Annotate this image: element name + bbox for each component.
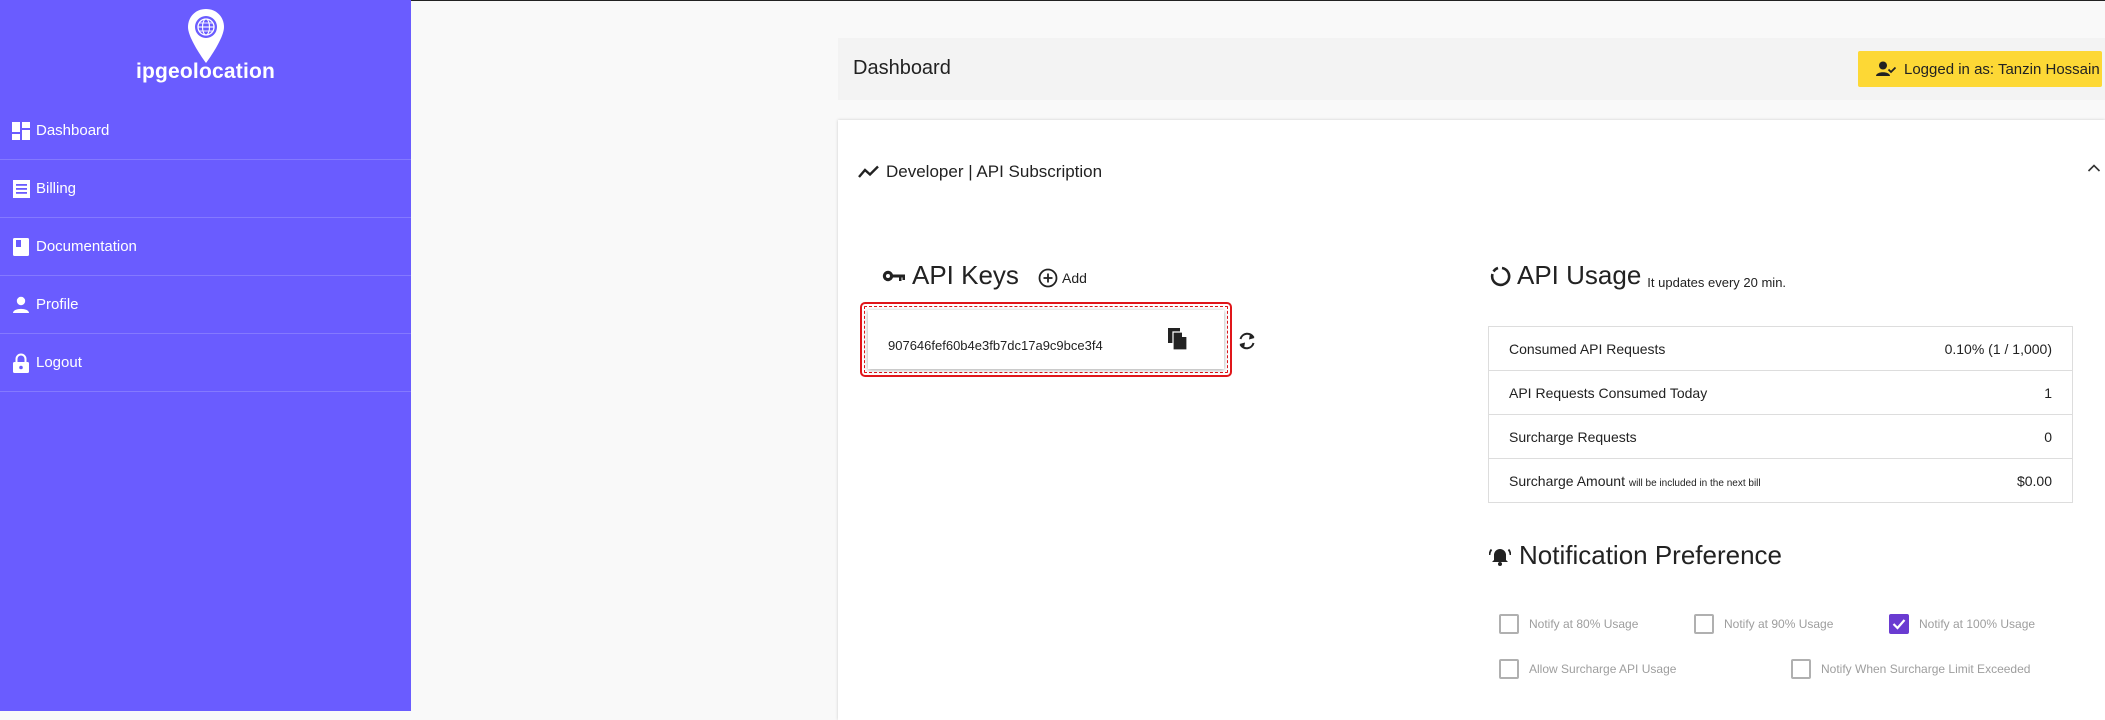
api-usage-title: API Usage [1517, 260, 1642, 290]
add-key-button[interactable]: Add [1038, 268, 1087, 288]
brand-logo[interactable]: ipgeolocation [0, 8, 411, 88]
usage-value: 1 [1876, 370, 2073, 415]
usage-label: Surcharge Amount will be included in the… [1509, 472, 1761, 489]
lock-icon [11, 353, 31, 373]
sidebar-item-dashboard[interactable]: Dashboard [0, 102, 411, 160]
chevron-up-icon[interactable] [2087, 160, 2101, 178]
checkbox-box[interactable] [1694, 614, 1714, 634]
bell-icon [1489, 546, 1511, 566]
usage-label: Consumed API Requests [1488, 326, 1877, 371]
page-title: Dashboard [853, 57, 951, 79]
usage-note: will be included in the next bill [1628, 477, 1761, 489]
api-keys-heading: API Keys [882, 260, 1019, 291]
panel-title: Developer | API Subscription [886, 162, 1103, 181]
usage-label: API Requests Consumed Today [1488, 370, 1877, 415]
notification-heading: Notification Preference [1489, 540, 1782, 571]
sidebar-nav: Dashboard Billing Documentation Profile … [0, 102, 411, 392]
checkbox-box[interactable] [1499, 659, 1519, 679]
subscription-panel: Developer | API Subscription API Keys Ad… [838, 120, 2105, 720]
api-usage-subtitle: It updates every 20 min. [1647, 274, 1787, 290]
sidebar-item-label: Dashboard [36, 122, 110, 139]
checkbox-box[interactable] [1791, 659, 1811, 679]
notify-surcharge-limit-checkbox[interactable]: Notify When Surcharge Limit Exceeded [1791, 659, 2030, 679]
api-key-value[interactable]: 907646fef60b4e3fb7dc17a9c9bce3f4 [888, 338, 1103, 353]
person-icon [11, 295, 31, 315]
usage-label: Surcharge Requests [1488, 414, 1877, 459]
logged-in-label: Logged in as: Tanzin Hossain [1904, 60, 2100, 78]
notify-90-checkbox[interactable]: Notify at 90% Usage [1694, 614, 1833, 634]
trending-icon [858, 165, 880, 179]
refresh-icon[interactable] [1236, 330, 1258, 352]
notify-100-checkbox[interactable]: Notify at 100% Usage [1889, 614, 2035, 634]
brand-name: ipgeolocation [135, 60, 276, 83]
usage-value: 0.10% (1 / 1,000) [1876, 326, 2073, 371]
sidebar-item-label: Billing [36, 180, 77, 197]
progress-ring-icon [1489, 265, 1511, 287]
check-icon [1892, 619, 1906, 630]
checkbox-label: Notify at 100% Usage [1919, 617, 2036, 631]
table-row: API Requests Consumed Today 1 [1488, 370, 2073, 415]
usage-value: $0.00 [2016, 472, 2052, 489]
table-row: Surcharge Amount will be included in the… [1489, 459, 2073, 503]
user-check-icon [1876, 61, 1896, 77]
location-pin-icon [187, 9, 224, 63]
sidebar-item-label: Profile [36, 296, 79, 313]
book-icon [11, 237, 31, 257]
api-keys-title: API Keys [912, 260, 1019, 290]
sidebar-item-billing[interactable]: Billing [0, 160, 411, 218]
usage-value: 0 [1876, 414, 2073, 459]
usage-table: Consumed API Requests 0.10% (1 / 1,000) … [1488, 326, 2073, 503]
sidebar-item-documentation[interactable]: Documentation [0, 218, 411, 276]
sidebar-item-profile[interactable]: Profile [0, 276, 411, 334]
notify-80-checkbox[interactable]: Notify at 80% Usage [1499, 614, 1638, 634]
allow-surcharge-checkbox[interactable]: Allow Surcharge API Usage [1499, 659, 1676, 679]
key-icon [882, 269, 906, 283]
checkbox-label: Notify When Surcharge Limit Exceeded [1821, 662, 2031, 676]
add-circle-icon [1038, 268, 1058, 288]
dashboard-icon [11, 121, 31, 141]
copy-icon[interactable] [1168, 328, 1188, 350]
checkbox-label: Allow Surcharge API Usage [1529, 662, 1677, 676]
table-row: Consumed API Requests 0.10% (1 / 1,000) [1488, 326, 2073, 371]
panel-header[interactable]: Developer | API Subscription [858, 162, 1102, 182]
checkbox-label: Notify at 90% Usage [1724, 617, 1834, 631]
notification-title: Notification Preference [1519, 540, 1783, 570]
logged-in-badge[interactable]: Logged in as: Tanzin Hossain [1858, 51, 2102, 87]
checkbox-label: Notify at 80% Usage [1529, 617, 1639, 631]
checkbox-box[interactable] [1499, 614, 1519, 634]
table-row: Surcharge Requests 0 [1488, 414, 2073, 459]
sidebar-item-logout[interactable]: Logout [0, 334, 411, 392]
sidebar-item-label: Logout [36, 354, 82, 371]
add-key-label: Add [1062, 270, 1087, 286]
billing-icon [11, 179, 31, 199]
api-usage-heading: API Usage It updates every 20 min. [1489, 260, 1786, 291]
page-header: Dashboard Logged in as: Tanzin Hossain [838, 38, 2105, 100]
checkbox-box[interactable] [1889, 614, 1909, 634]
sidebar-item-label: Documentation [36, 238, 137, 255]
sidebar: ipgeolocation Dashboard Billing Document… [0, 0, 411, 711]
